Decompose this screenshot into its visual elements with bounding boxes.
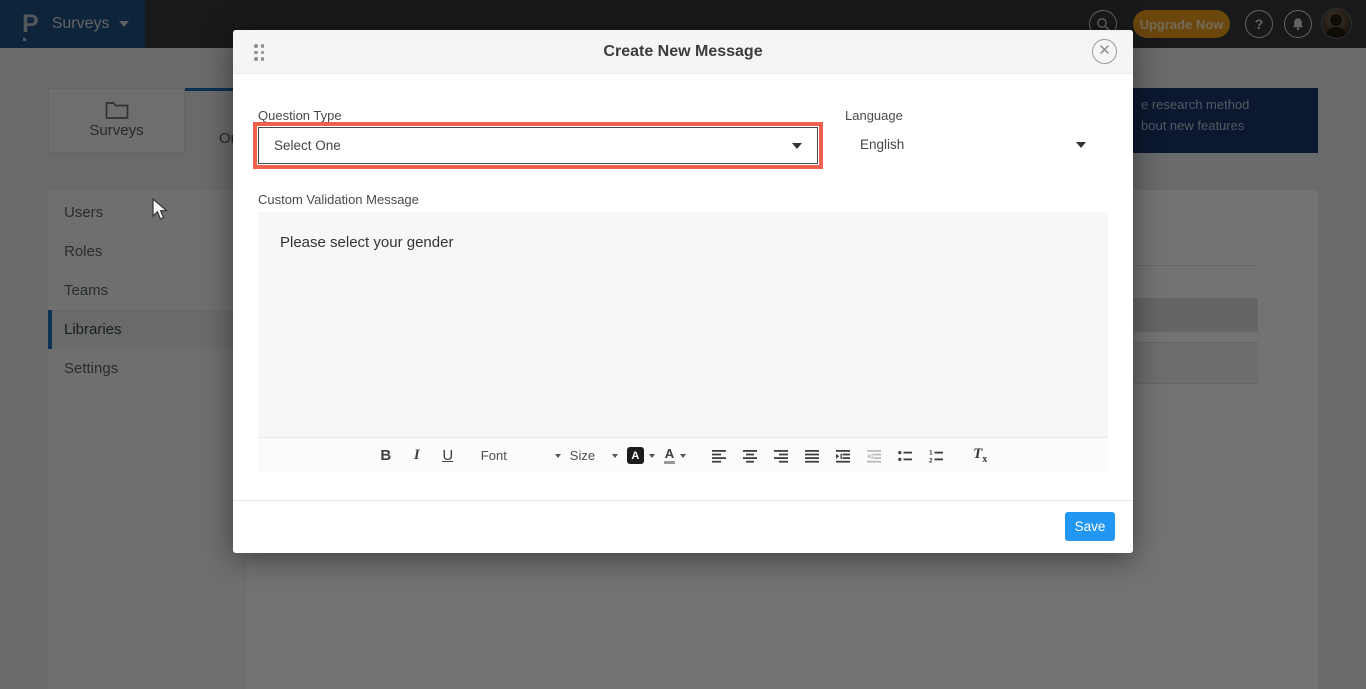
- indent-icon: [836, 449, 850, 463]
- font-size-label: Size: [570, 448, 595, 463]
- text-color-icon: A: [664, 447, 675, 464]
- underline-button[interactable]: U: [437, 444, 459, 468]
- close-icon: ✕: [1098, 42, 1111, 59]
- outdent-button[interactable]: [863, 444, 885, 468]
- bold-button[interactable]: B: [375, 444, 397, 468]
- background-color-button[interactable]: A: [627, 444, 655, 468]
- underline-icon: U: [442, 447, 453, 464]
- dropdown-caret-icon: [1076, 142, 1086, 148]
- numbered-list-icon: 1 2: [929, 449, 943, 463]
- dialog-header: Create New Message ✕: [233, 30, 1133, 74]
- validation-message-editor[interactable]: Please select your gender B I U Font Siz…: [258, 212, 1108, 473]
- font-family-dropdown[interactable]: Font: [481, 444, 561, 468]
- clear-format-icon: Tx: [973, 446, 987, 465]
- justify-button[interactable]: [801, 444, 823, 468]
- bullet-list-button[interactable]: [894, 444, 916, 468]
- question-type-highlight: Select One: [253, 122, 823, 169]
- language-value: English: [860, 127, 904, 162]
- clear-format-button[interactable]: Tx: [969, 444, 991, 468]
- numbered-list-button[interactable]: 1 2: [925, 444, 947, 468]
- bullet-list-icon: [898, 449, 912, 463]
- validation-message-label: Custom Validation Message: [258, 192, 419, 207]
- svg-text:1: 1: [929, 449, 933, 456]
- dropdown-caret-icon: [555, 454, 561, 458]
- text-color-button[interactable]: A: [664, 444, 686, 468]
- footer-divider: [233, 500, 1133, 501]
- svg-text:2: 2: [929, 457, 933, 463]
- justify-icon: [805, 449, 819, 463]
- question-type-label: Question Type: [258, 108, 342, 123]
- align-center-icon: [743, 449, 757, 463]
- dropdown-caret-icon: [792, 143, 802, 149]
- font-family-label: Font: [481, 448, 507, 463]
- dropdown-caret-icon: [649, 454, 655, 458]
- create-new-message-dialog: Create New Message ✕ Question Type Selec…: [233, 30, 1133, 553]
- language-select[interactable]: English: [845, 127, 1101, 164]
- close-button[interactable]: ✕: [1092, 39, 1117, 64]
- editor-toolbar: B I U Font Size A A: [258, 437, 1108, 473]
- validation-message-text: Please select your gender: [280, 234, 453, 251]
- outdent-icon: [867, 449, 881, 463]
- dropdown-caret-icon: [612, 454, 618, 458]
- background-color-icon: A: [627, 447, 644, 464]
- indent-button[interactable]: [832, 444, 854, 468]
- dialog-title: Create New Message: [233, 30, 1133, 74]
- language-label: Language: [845, 108, 903, 123]
- question-type-value: Select One: [274, 128, 341, 163]
- font-size-dropdown[interactable]: Size: [570, 444, 618, 468]
- mouse-cursor-icon: [152, 198, 170, 222]
- align-center-button[interactable]: [739, 444, 761, 468]
- align-left-button[interactable]: [708, 444, 730, 468]
- italic-button[interactable]: I: [406, 444, 428, 468]
- align-right-button[interactable]: [770, 444, 792, 468]
- question-type-select[interactable]: Select One: [258, 127, 818, 164]
- save-button[interactable]: Save: [1065, 512, 1115, 541]
- dropdown-caret-icon: [680, 454, 686, 458]
- align-right-icon: [774, 449, 788, 463]
- italic-icon: I: [414, 447, 420, 464]
- bold-icon: B: [380, 447, 391, 464]
- align-left-icon: [712, 449, 726, 463]
